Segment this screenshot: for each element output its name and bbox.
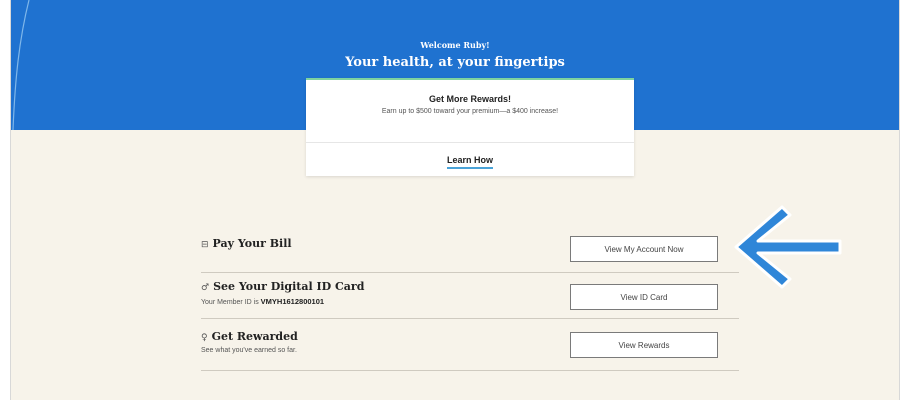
member-id-text: Your Member ID is VMYH1612800101 xyxy=(201,297,324,306)
hero-tagline: Your health, at your fingertips xyxy=(345,55,565,70)
pay-bill-row: ⊟ Pay Your Bill View My Account Now xyxy=(201,226,739,273)
id-card-title: ♂ See Your Digital ID Card xyxy=(201,280,364,293)
rewards-label: Get Rewarded xyxy=(211,330,298,343)
pay-bill-label: Pay Your Bill xyxy=(212,237,292,250)
divider xyxy=(306,142,634,143)
view-rewards-button[interactable]: View Rewards xyxy=(570,332,718,358)
pay-bill-title: ⊟ Pay Your Bill xyxy=(201,237,292,250)
welcome-text: Welcome Ruby! xyxy=(420,40,490,50)
member-id-prefix: Your Member ID is xyxy=(201,299,259,306)
credit-card-icon: ⊟ xyxy=(201,240,209,250)
view-id-card-button[interactable]: View ID Card xyxy=(570,284,718,310)
award-ribbon-icon: ♀ xyxy=(201,333,208,343)
user-icon: ♂ xyxy=(201,283,210,293)
promo-subtitle: Earn up to $500 toward your premium—a $4… xyxy=(381,108,559,115)
rewards-subtitle: See what you've earned so far. xyxy=(201,347,297,354)
learn-how-link[interactable]: Learn How xyxy=(306,155,634,169)
member-id-value: VMYH1612800101 xyxy=(260,297,325,306)
learn-how-label: Learn How xyxy=(446,155,493,169)
id-card-label: See Your Digital ID Card xyxy=(213,280,365,293)
rewards-title: ♀ Get Rewarded xyxy=(201,330,298,343)
page-frame: Welcome Ruby! Your health, at your finge… xyxy=(10,0,900,400)
view-account-button[interactable]: View My Account Now xyxy=(570,236,718,262)
id-card-row: ♂ See Your Digital ID Card Your Member ID… xyxy=(201,272,739,319)
rewards-row: ♀ Get Rewarded See what you've earned so … xyxy=(201,318,739,371)
promo-title: Get More Rewards! xyxy=(428,94,512,104)
left-arrow-icon xyxy=(734,205,842,289)
rewards-promo-card: Get More Rewards! Earn up to $500 toward… xyxy=(306,78,634,176)
